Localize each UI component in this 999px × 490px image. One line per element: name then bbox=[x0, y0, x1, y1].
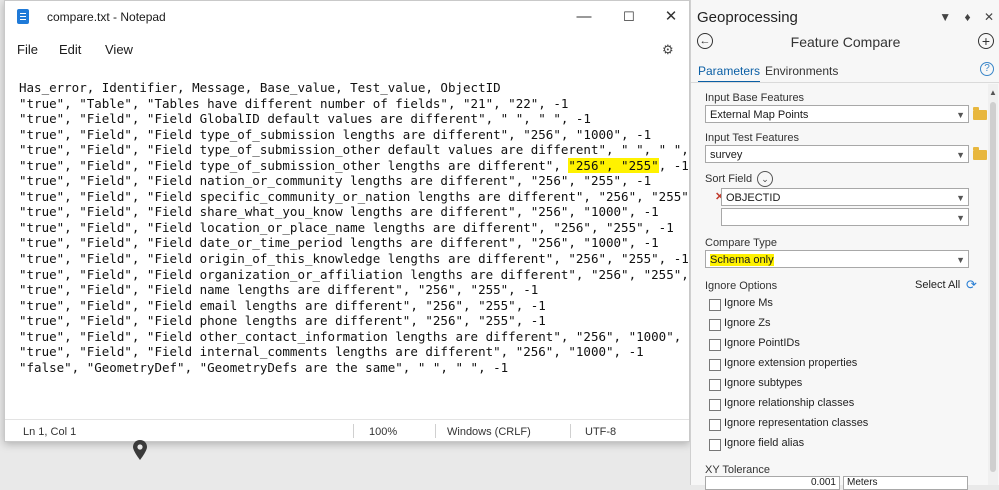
text-line: "true", "Field", "Field name lengths are… bbox=[19, 282, 539, 298]
status-bar: Ln 1, Col 1 100% Windows (CRLF) UTF-8 bbox=[5, 419, 689, 442]
cursor-position: Ln 1, Col 1 bbox=[23, 426, 77, 438]
tab-environments[interactable]: Environments bbox=[765, 64, 838, 78]
xy-tolerance-label: XY Tolerance bbox=[705, 464, 771, 476]
checkbox[interactable] bbox=[709, 419, 721, 431]
add-icon[interactable]: + bbox=[978, 33, 994, 49]
checkbox[interactable] bbox=[709, 359, 721, 371]
compare-type-label: Compare Type bbox=[705, 237, 777, 249]
base-features-dropdown[interactable]: External Map Points ▼ bbox=[705, 105, 969, 123]
tab-parameters[interactable]: Parameters bbox=[698, 64, 761, 83]
window-title: compare.txt - Notepad bbox=[47, 10, 166, 24]
notepad-icon bbox=[17, 9, 29, 24]
chevron-down-icon: ▼ bbox=[956, 255, 965, 265]
zoom-level: 100% bbox=[369, 426, 398, 438]
map-pin-icon bbox=[133, 440, 147, 460]
text-line: "true", "Field", "Field email lengths ar… bbox=[19, 297, 546, 313]
text-line: "true", "Field", "Field specific_communi… bbox=[19, 188, 719, 204]
menu-view[interactable]: View bbox=[105, 42, 133, 57]
chevron-down-icon[interactable]: ▼ bbox=[939, 10, 951, 24]
close-icon[interactable]: ✕ bbox=[661, 7, 681, 27]
chevron-down-icon: ▼ bbox=[956, 213, 965, 223]
title-bar: compare.txt - Notepad — ☐ ✕ bbox=[5, 1, 689, 33]
text-line: "true", "Field", "Field date_or_time_per… bbox=[19, 235, 659, 251]
highlighted-text: "256", "255" bbox=[568, 157, 659, 173]
minimize-icon[interactable]: — bbox=[574, 7, 594, 27]
text-line: "true", "Field", "Field location_or_plac… bbox=[19, 219, 674, 235]
text-line: "true", "Field", "Field type_of_submissi… bbox=[19, 157, 689, 173]
sort-field-value: OBJECTID bbox=[726, 192, 781, 204]
text-line: "true", "Field", "Field GlobalID default… bbox=[19, 111, 591, 127]
select-all-button[interactable]: Select All bbox=[915, 279, 960, 291]
checkbox[interactable] bbox=[709, 319, 721, 331]
xy-units-dropdown[interactable]: Meters bbox=[843, 476, 968, 490]
chevron-down-icon: ▼ bbox=[956, 110, 965, 120]
pin-icon[interactable]: ♦ bbox=[964, 10, 970, 24]
sort-field-label: Sort Field bbox=[705, 173, 753, 185]
refresh-icon[interactable]: ⟳ bbox=[966, 277, 977, 293]
base-features-value: External Map Points bbox=[710, 109, 809, 121]
tool-title: Feature Compare bbox=[790, 34, 901, 50]
sort-field-empty-dropdown[interactable]: ▼ bbox=[721, 208, 969, 226]
text-line: "true", "Field", "Field origin_of_this_k… bbox=[19, 251, 689, 267]
close-icon[interactable]: ✕ bbox=[984, 10, 994, 24]
compare-type-dropdown[interactable]: Schema only ▼ bbox=[705, 250, 969, 268]
sort-field-dropdown[interactable]: OBJECTID ▼ bbox=[721, 188, 969, 206]
text-line: "true", "Field", "Field nation_or_commun… bbox=[19, 173, 652, 189]
scroll-up-icon[interactable]: ▲ bbox=[989, 88, 997, 97]
folder-icon[interactable] bbox=[973, 107, 987, 120]
chevron-down-icon: ▼ bbox=[956, 193, 965, 203]
checkbox[interactable] bbox=[709, 299, 721, 311]
maximize-icon[interactable]: ☐ bbox=[619, 7, 639, 27]
text-editor[interactable]: Has_error, Identifier, Message, Base_val… bbox=[19, 80, 719, 375]
test-features-value: survey bbox=[710, 149, 743, 161]
base-features-label: Input Base Features bbox=[705, 92, 805, 104]
test-features-label: Input Test Features bbox=[705, 132, 799, 144]
menu-bar: File Edit View ⚙ bbox=[5, 39, 689, 61]
text-line: "true", "Field", "Field internal_comment… bbox=[19, 344, 644, 360]
xy-tolerance-input[interactable]: 0.001 bbox=[705, 476, 840, 490]
chevron-down-icon[interactable]: ⌄ bbox=[757, 171, 773, 187]
checkbox[interactable] bbox=[709, 339, 721, 351]
text-line: Has_error, Identifier, Message, Base_val… bbox=[19, 80, 501, 95]
text-line: "true", "Field", "Field type_of_submissi… bbox=[19, 126, 652, 142]
text-line: "true", "Table", "Tables have different … bbox=[19, 95, 569, 111]
text-line: "true", "Field", "Field type_of_submissi… bbox=[19, 142, 712, 158]
menu-edit[interactable]: Edit bbox=[59, 42, 81, 57]
text-line: "true", "Field", "Field share_what_you_k… bbox=[19, 204, 659, 220]
chevron-down-icon: ▼ bbox=[956, 150, 965, 160]
test-features-dropdown[interactable]: survey ▼ bbox=[705, 145, 969, 163]
ignore-options-label: Ignore Options bbox=[705, 280, 778, 292]
checkbox[interactable] bbox=[709, 439, 721, 451]
encoding: UTF-8 bbox=[585, 426, 617, 438]
help-icon[interactable]: ? bbox=[980, 62, 994, 76]
checkbox[interactable] bbox=[709, 399, 721, 411]
gear-icon[interactable]: ⚙ bbox=[662, 42, 674, 58]
folder-icon[interactable] bbox=[973, 147, 987, 160]
geoprocessing-pane: Geoprocessing ▼ ♦ ✕ ← Feature Compare + … bbox=[690, 0, 999, 490]
text-line: "false", "GeometryDef", "GeometryDefs ar… bbox=[19, 359, 509, 375]
compare-type-value: Schema only bbox=[710, 254, 774, 266]
pane-title: Geoprocessing bbox=[697, 9, 798, 26]
pane-controls: ▼ ♦ ✕ bbox=[929, 10, 994, 24]
notepad-window: compare.txt - Notepad — ☐ ✕ File Edit Vi… bbox=[4, 0, 719, 442]
text-line: "true", "Field", "Field organization_or_… bbox=[19, 266, 712, 282]
checkbox[interactable] bbox=[709, 379, 721, 391]
text-line: "true", "Field", "Field other_contact_in… bbox=[19, 328, 704, 344]
text-line: "true", "Field", "Field phone lengths ar… bbox=[19, 313, 546, 329]
menu-file[interactable]: File bbox=[17, 42, 38, 57]
scrollbar[interactable]: ▲ bbox=[988, 84, 998, 485]
line-ending: Windows (CRLF) bbox=[447, 426, 531, 438]
